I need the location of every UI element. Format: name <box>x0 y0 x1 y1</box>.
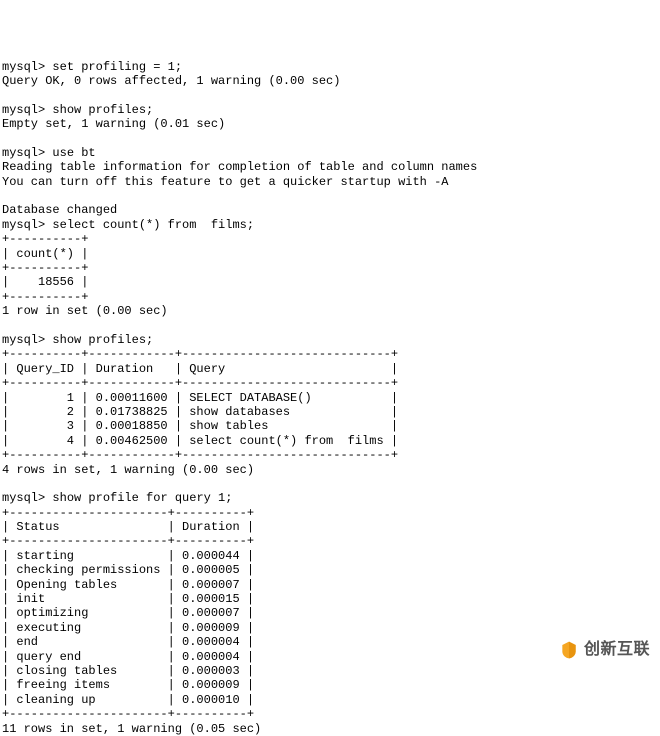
table-row: | 4 | 0.00462500 | select count(*) from … <box>2 434 398 448</box>
table-border: +----------------------+----------+ <box>2 506 254 520</box>
table-border: +----------+------------+---------------… <box>2 448 398 462</box>
table-row: | cleaning up | 0.000010 | <box>2 693 254 707</box>
result-line: Empty set, 1 warning (0.01 sec) <box>2 117 225 131</box>
command-use-db: use bt <box>52 146 95 160</box>
table-row: | executing | 0.000009 | <box>2 621 254 635</box>
table-border: +----------------------+----------+ <box>2 707 254 721</box>
result-line: Reading table information for completion… <box>2 160 477 174</box>
watermark-text: 创新互联 <box>584 640 650 659</box>
command-show-profiles: show profiles; <box>52 333 153 347</box>
prompt: mysql> <box>2 333 45 347</box>
watermark: 创新互联 <box>549 636 660 664</box>
table-row: | freeing items | 0.000009 | <box>2 678 254 692</box>
command-show-profile-query: show profile for query 1; <box>52 491 232 505</box>
table-row: | end | 0.000004 | <box>2 635 254 649</box>
table-header: | count(*) | <box>2 247 88 261</box>
table-row: | optimizing | 0.000007 | <box>2 606 254 620</box>
table-row: | Opening tables | 0.000007 | <box>2 578 254 592</box>
result-line: 1 row in set (0.00 sec) <box>2 304 168 318</box>
table-border: +----------------------+----------+ <box>2 534 254 548</box>
result-line: Query OK, 0 rows affected, 1 warning (0.… <box>2 74 340 88</box>
table-row: | 3 | 0.00018850 | show tables | <box>2 419 398 433</box>
table-header: | Status | Duration | <box>2 520 254 534</box>
table-border: +----------+ <box>2 290 88 304</box>
prompt: mysql> <box>2 146 45 160</box>
table-border: +----------+ <box>2 232 88 246</box>
table-row: | query end | 0.000004 | <box>2 650 254 664</box>
prompt: mysql> <box>2 491 45 505</box>
table-row: | 2 | 0.01738825 | show databases | <box>2 405 398 419</box>
table-border: +----------+ <box>2 261 88 275</box>
table-row: | 18556 | <box>2 275 88 289</box>
prompt: mysql> <box>2 218 45 232</box>
result-line: You can turn off this feature to get a q… <box>2 175 448 189</box>
prompt: mysql> <box>2 103 45 117</box>
result-line: 11 rows in set, 1 warning (0.05 sec) <box>2 722 261 736</box>
table-header: | Query_ID | Duration | Query | <box>2 362 398 376</box>
command-set-profiling: set profiling = 1; <box>52 60 182 74</box>
table-border: +----------+------------+---------------… <box>2 347 398 361</box>
table-row: | 1 | 0.00011600 | SELECT DATABASE() | <box>2 391 398 405</box>
table-row: | closing tables | 0.000003 | <box>2 664 254 678</box>
command-show-profiles: show profiles; <box>52 103 153 117</box>
command-select-count: select count(*) from films; <box>52 218 254 232</box>
table-row: | init | 0.000015 | <box>2 592 254 606</box>
result-line: Database changed <box>2 203 117 217</box>
table-row: | starting | 0.000044 | <box>2 549 254 563</box>
result-line: 4 rows in set, 1 warning (0.00 sec) <box>2 463 254 477</box>
table-row: | checking permissions | 0.000005 | <box>2 563 254 577</box>
prompt: mysql> <box>2 60 45 74</box>
watermark-logo-icon <box>559 640 579 660</box>
table-border: +----------+------------+---------------… <box>2 376 398 390</box>
